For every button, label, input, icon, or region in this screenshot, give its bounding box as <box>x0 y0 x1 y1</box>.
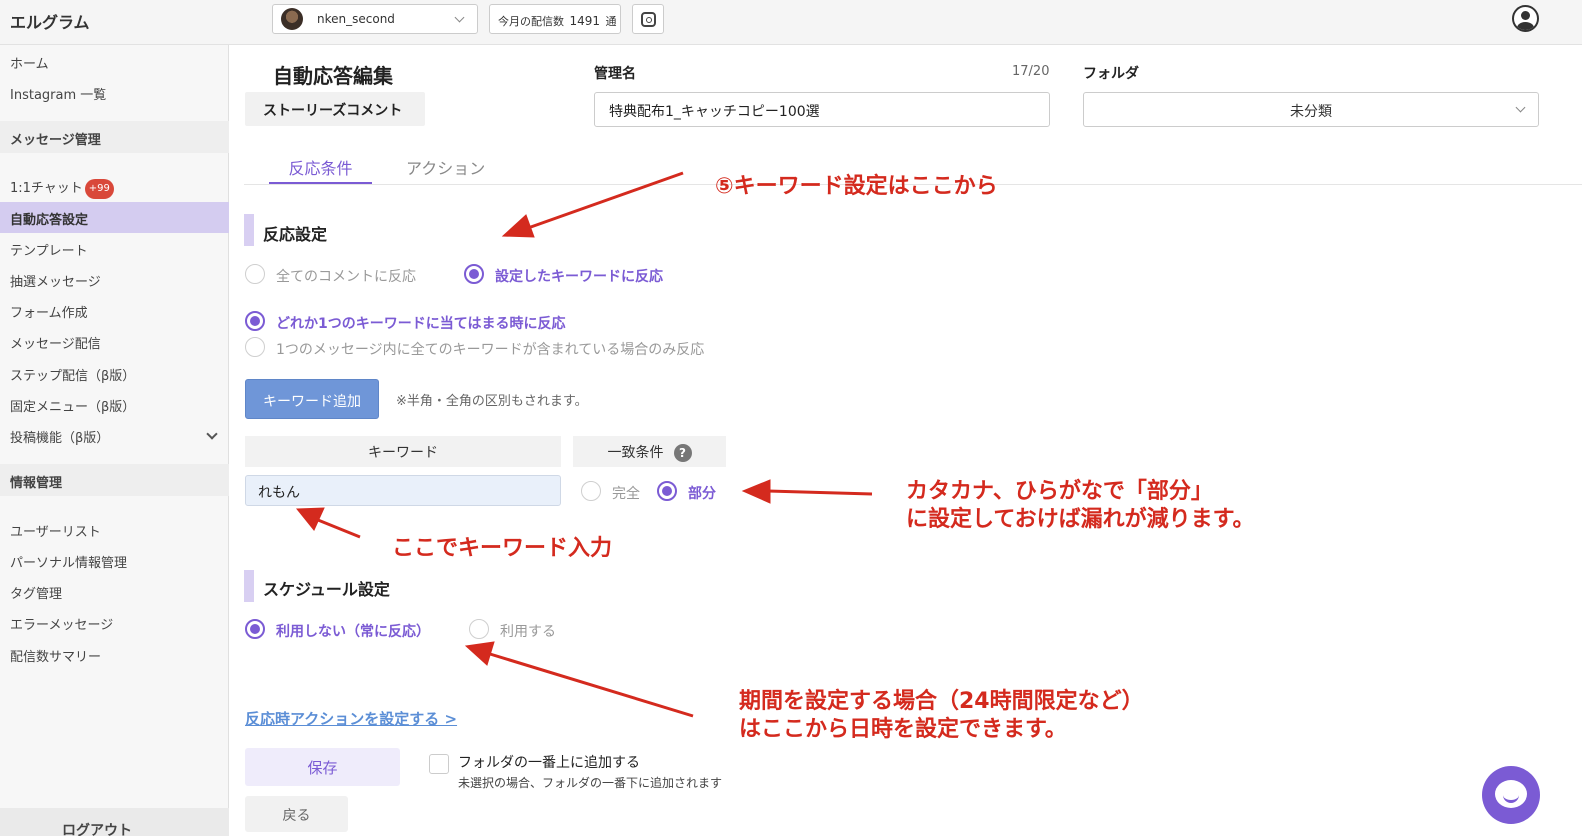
annotation-arrow-head <box>501 214 535 238</box>
annotation-arrow-head <box>295 507 325 531</box>
annotation-schedule: 期間を設定する場合（24時間限定など） はここから日時を設定できます。 <box>739 688 1144 744</box>
annotation-line: カタカナ、ひらがなで「部分」 <box>906 479 1213 504</box>
annotation-keyword-setting: ⑤キーワード設定はここから <box>715 174 998 199</box>
annotation-keyword-input: ここでキーワード入力 <box>392 536 613 561</box>
annotation-arrow-shaft <box>489 652 694 718</box>
annotation-partial-match: カタカナ、ひらがなで「部分」 に設定しておけば漏れが減ります。 <box>906 478 1254 534</box>
annotation-line: はここから日時を設定できます。 <box>739 717 1067 742</box>
annotation-line: 期間を設定する場合（24時間限定など） <box>739 689 1144 714</box>
annotation-arrow-shaft <box>527 171 684 230</box>
annotation-line: に設定しておけば漏れが減ります。 <box>906 507 1255 532</box>
annotation-arrow-shaft <box>317 518 361 539</box>
annotation-arrow-head <box>464 641 495 666</box>
annotation-arrow-shaft <box>767 489 873 496</box>
annotation-arrow-head <box>741 479 771 504</box>
